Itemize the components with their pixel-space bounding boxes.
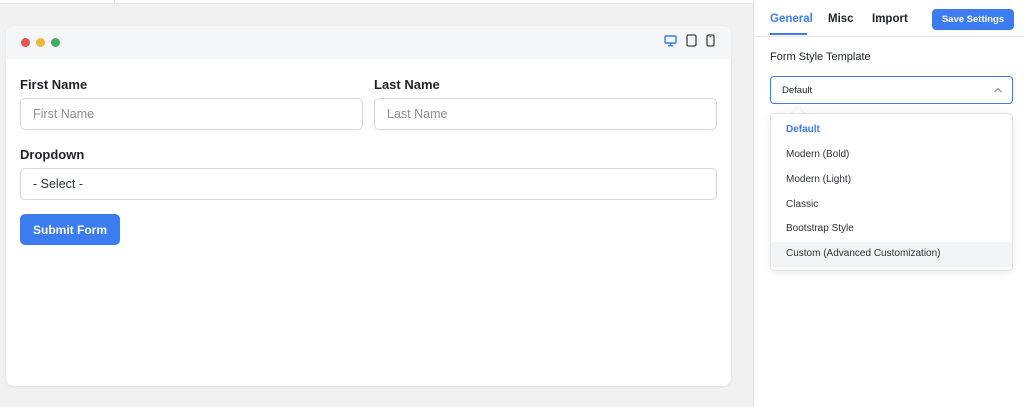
active-tab-indicator <box>770 33 807 35</box>
dropdown-select[interactable]: - Select - <box>20 168 717 200</box>
option-modern-light[interactable]: Modern (Light) <box>771 168 1012 193</box>
last-name-field-group: Last Name Last Name <box>374 77 717 130</box>
tab-import[interactable]: Import <box>872 13 908 25</box>
settings-tabs: General Misc Import Save Settings <box>754 0 1024 37</box>
form-style-template-select[interactable]: Default <box>770 76 1013 104</box>
preview-card-header <box>6 26 731 59</box>
save-settings-button[interactable]: Save Settings <box>932 9 1014 30</box>
template-select-value: Default <box>782 84 813 96</box>
window-dots <box>21 38 60 47</box>
first-name-field-group: First Name First Name <box>20 77 363 130</box>
option-default[interactable]: Default <box>771 114 1012 143</box>
desktop-icon[interactable] <box>664 34 677 47</box>
top-strip <box>0 0 753 4</box>
submit-form-button[interactable]: Submit Form <box>20 214 120 245</box>
first-name-label: First Name <box>20 77 88 92</box>
dropdown-field-group: Dropdown - Select - <box>20 147 717 200</box>
yellow-dot-icon <box>36 38 45 47</box>
template-options-menu: Default Modern (Bold) Modern (Light) Cla… <box>770 113 1013 271</box>
preview-area: First Name First Name Last Name Last Nam… <box>0 0 753 407</box>
mobile-icon[interactable] <box>706 34 715 47</box>
tab-general[interactable]: General <box>770 13 813 25</box>
dropdown-label: Dropdown <box>20 147 85 162</box>
option-bootstrap-style[interactable]: Bootstrap Style <box>771 217 1012 242</box>
chevron-up-icon <box>993 86 1003 97</box>
green-dot-icon <box>51 38 60 47</box>
last-name-label: Last Name <box>374 77 440 92</box>
red-dot-icon <box>21 38 30 47</box>
tablet-icon[interactable] <box>686 34 697 47</box>
settings-panel: General Misc Import Save Settings Form S… <box>753 0 1024 407</box>
last-name-input[interactable]: Last Name <box>374 98 717 130</box>
option-classic[interactable]: Classic <box>771 193 1012 218</box>
option-custom-advanced[interactable]: Custom (Advanced Customization) <box>771 242 1012 267</box>
device-switcher <box>664 34 715 47</box>
first-name-input[interactable]: First Name <box>20 98 363 130</box>
preview-form: First Name First Name Last Name Last Nam… <box>20 77 717 245</box>
option-modern-bold[interactable]: Modern (Bold) <box>771 143 1012 168</box>
tab-misc[interactable]: Misc <box>828 13 854 25</box>
name-row: First Name First Name Last Name Last Nam… <box>20 77 717 130</box>
form-style-template-label: Form Style Template <box>770 51 871 63</box>
